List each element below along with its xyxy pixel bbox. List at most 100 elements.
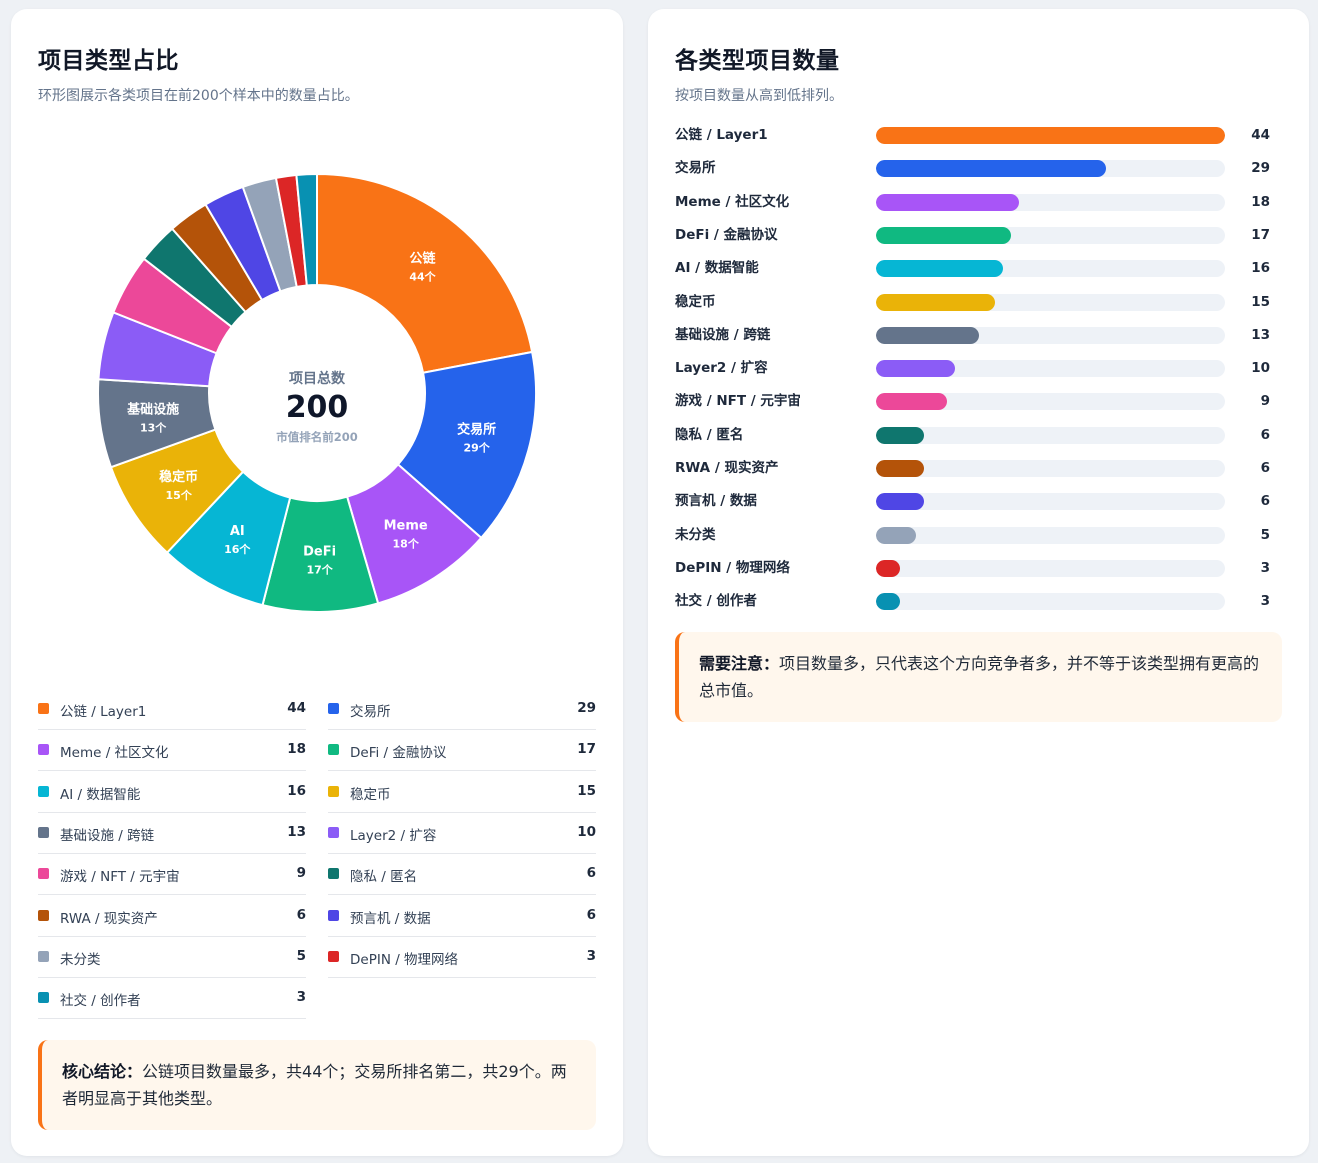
legend-label: 基础设施 / 跨链 <box>60 827 155 844</box>
donut-slice-label: 公链 <box>409 250 436 266</box>
bar-fill[interactable] <box>876 593 900 611</box>
core-conclusion-heading: 核心结论： <box>62 1062 143 1081</box>
bar-label: 交易所 <box>675 160 716 177</box>
legend-swatch <box>38 744 49 756</box>
bar-row: 隐私 / 匿名 6 <box>675 426 1270 446</box>
bar-row: 交易所 29 <box>675 159 1270 179</box>
bar-label: AI / 数据智能 <box>675 260 759 277</box>
bar-fill[interactable] <box>876 559 900 577</box>
donut-slice-label: Meme <box>384 519 428 534</box>
bar-row: 公链 / Layer1 44 <box>675 126 1270 146</box>
legend-item: Layer2 / 扩容 10 <box>328 813 596 854</box>
bar-value: 6 <box>1260 426 1270 443</box>
bar-fill[interactable] <box>876 160 1107 178</box>
legend-value: 3 <box>296 989 306 1006</box>
bar-label: DePIN / 物理网络 <box>675 559 790 576</box>
bar-fill[interactable] <box>876 193 1019 211</box>
bar-row: 预言机 / 数据 6 <box>675 492 1270 512</box>
bar-fill[interactable] <box>876 293 995 311</box>
legend-label: 预言机 / 数据 <box>350 910 431 927</box>
bar-fill[interactable] <box>876 426 924 444</box>
legend-value: 13 <box>287 823 306 840</box>
legend-item: 稳定币 15 <box>328 772 596 813</box>
legend-label: 社交 / 创作者 <box>60 993 141 1010</box>
bar-fill[interactable] <box>876 260 1003 278</box>
legend-label: Layer2 / 扩容 <box>350 827 437 844</box>
bar-label: 未分类 <box>675 526 716 543</box>
bar-value: 29 <box>1251 160 1270 177</box>
bar-row: DePIN / 物理网络 3 <box>675 559 1270 579</box>
bar-value: 6 <box>1260 493 1270 510</box>
legend-swatch <box>328 868 339 880</box>
bar-fill[interactable] <box>876 526 916 544</box>
bar-track <box>876 326 1225 344</box>
bar-row: 基础设施 / 跨链 13 <box>675 326 1270 346</box>
legend-value: 10 <box>577 823 596 840</box>
bar-fill[interactable] <box>876 326 980 344</box>
bar-label: 社交 / 创作者 <box>675 593 757 610</box>
type-count-card: 各类型项目数量 按项目数量从高到低排列。 公链 / Layer1 44 交易所 29 M… <box>648 9 1309 1156</box>
bar-row: 游戏 / NFT / 元宇宙 9 <box>675 392 1270 412</box>
bar-label: Layer2 / 扩容 <box>675 360 768 377</box>
legend-label: Meme / 社区文化 <box>60 745 169 762</box>
bar-value: 10 <box>1251 360 1270 377</box>
legend-item: 游戏 / NFT / 元宇宙 9 <box>38 854 306 896</box>
bar-value: 3 <box>1260 593 1270 610</box>
legend-value: 6 <box>586 906 596 923</box>
legend-item: 社交 / 创作者 3 <box>38 978 306 1020</box>
bar-track <box>876 127 1225 144</box>
legend-value: 29 <box>577 700 596 716</box>
bar-track <box>876 360 1225 378</box>
legend-swatch <box>38 992 49 1004</box>
legend-item: 隐私 / 匿名 6 <box>328 854 596 896</box>
bar-fill[interactable] <box>876 393 948 411</box>
bar-track <box>876 593 1225 611</box>
legend-label: 游戏 / NFT / 元宇宙 <box>60 869 180 886</box>
bar-card-title: 各类型项目数量 <box>675 48 840 74</box>
legend-value: 3 <box>586 947 596 964</box>
legend-item: RWA / 现实资产 6 <box>38 896 306 937</box>
bar-value: 18 <box>1251 193 1270 210</box>
legend-label: 公链 / Layer1 <box>60 704 147 720</box>
bar-label: Meme / 社区文化 <box>675 193 790 210</box>
bar-row: Layer2 / 扩容 10 <box>675 359 1270 379</box>
bar-fill[interactable] <box>876 493 924 511</box>
legend-swatch <box>328 785 339 797</box>
bar-track <box>876 193 1225 211</box>
bar-value: 6 <box>1260 460 1270 476</box>
legend-value: 44 <box>287 700 306 716</box>
donut-slice-value: 13个 <box>140 420 167 434</box>
bar-track <box>876 559 1225 577</box>
legend-value: 9 <box>296 865 306 882</box>
bar-fill[interactable] <box>876 226 1011 244</box>
bar-card-subtitle: 按项目数量从高到低排列。 <box>675 88 843 104</box>
legend-label: RWA / 现实资产 <box>60 910 158 927</box>
donut-card-title: 项目类型占比 <box>38 48 179 74</box>
bar-label: 预言机 / 数据 <box>675 493 757 510</box>
legend-swatch <box>328 950 339 962</box>
bar-label: 基础设施 / 跨链 <box>675 326 771 343</box>
legend-value: 15 <box>577 782 596 799</box>
caution-heading: 需要注意： <box>699 654 780 673</box>
legend-label: DePIN / 物理网络 <box>350 951 459 968</box>
bar-fill[interactable] <box>876 360 956 378</box>
bar-fill[interactable] <box>876 460 924 477</box>
legend-value: 17 <box>577 741 596 758</box>
legend-swatch <box>328 744 339 756</box>
legend-item: 预言机 / 数据 6 <box>328 896 596 937</box>
legend-item: 公链 / Layer1 44 <box>38 689 306 730</box>
legend-swatch <box>328 826 339 838</box>
bar-value: 5 <box>1260 526 1270 543</box>
bar-row: Meme / 社区文化 18 <box>675 193 1270 213</box>
donut-slice-label: 稳定币 <box>159 469 198 485</box>
bar-track <box>876 393 1225 411</box>
legend-swatch <box>38 909 49 921</box>
donut-slice-value: 29个 <box>463 441 490 455</box>
legend-label: DeFi / 金融协议 <box>350 745 447 762</box>
bar-value: 44 <box>1251 127 1270 143</box>
donut-chart: 公链 44个交易所 29个 Meme 18个 DeFi 17个 AI 16个 稳定币 15个 基础设施… <box>97 172 537 613</box>
bar-value: 9 <box>1260 393 1270 410</box>
legend-label: AI / 数据智能 <box>60 786 141 803</box>
bar-fill[interactable] <box>876 127 1225 144</box>
legend-label: 未分类 <box>60 951 101 968</box>
